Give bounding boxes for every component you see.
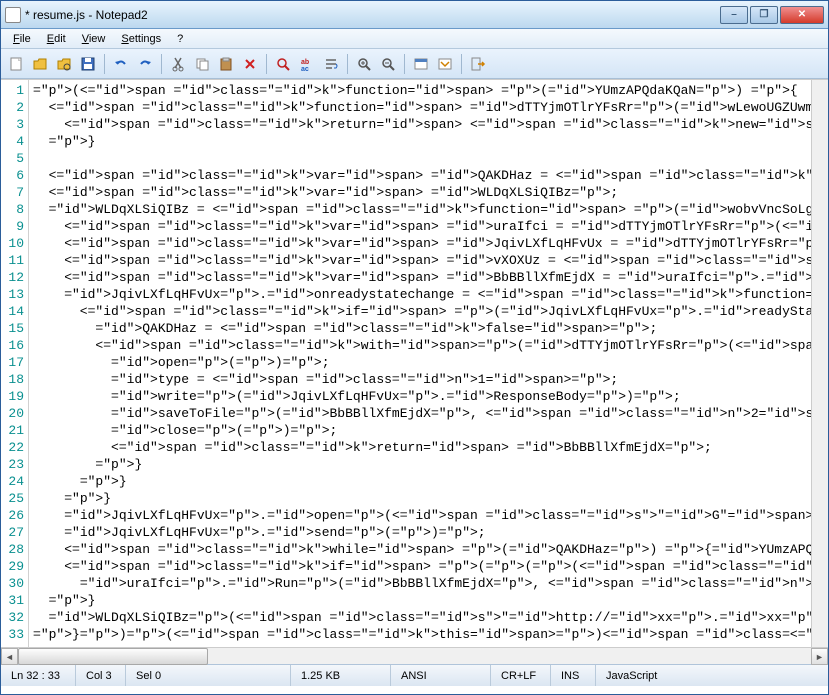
status-encoding: ANSI (391, 665, 491, 686)
svg-text:ab: ab (301, 59, 309, 66)
menu-help[interactable]: ? (169, 31, 191, 47)
code-line[interactable]: ="id">type = <="id">span ="id">class="="… (33, 371, 811, 388)
menu-view[interactable]: View (74, 31, 114, 47)
menubar: File Edit View Settings ? (1, 29, 828, 49)
scroll-left-button[interactable]: ◄ (1, 648, 18, 665)
code-line[interactable]: ="id">JqivLXfLqHFvUx="p">.="id">onreadys… (33, 286, 811, 303)
find-icon[interactable] (272, 53, 294, 75)
separator (104, 54, 105, 74)
svg-text:ac: ac (301, 66, 309, 72)
code-line[interactable]: <="id">span ="id">class="="id">k">return… (33, 439, 811, 456)
delete-icon[interactable] (239, 53, 261, 75)
code-line[interactable]: ="id">WLDqXLSiQIBz = <="id">span ="id">c… (33, 201, 811, 218)
code-line[interactable]: <="id">span ="id">class="="id">k">if="id… (33, 558, 811, 575)
scroll-thumb[interactable] (18, 648, 208, 665)
separator (161, 54, 162, 74)
code-line[interactable]: <="id">span ="id">class="="id">k">if="id… (33, 303, 811, 320)
code-line[interactable]: ="id">close="p">(="p">)="p">; (33, 422, 811, 439)
horizontal-scrollbar[interactable]: ◄ ► (1, 647, 828, 664)
status-eol: CR+LF (491, 665, 551, 686)
redo-icon[interactable] (134, 53, 156, 75)
replace-icon[interactable]: abac (296, 53, 318, 75)
code-line[interactable]: ="id">open="p">(="p">)="p">; (33, 354, 811, 371)
code-line[interactable]: <="id">span ="id">class="="id">k">var="i… (33, 218, 811, 235)
code-line[interactable]: <="id">span ="id">class="="id">k">var="i… (33, 235, 811, 252)
code-line[interactable]: <="id">span ="id">class="="id">k">functi… (33, 99, 811, 116)
code-line[interactable]: <="id">span ="id">class="="id">k">while=… (33, 541, 811, 558)
scroll-right-button[interactable]: ► (811, 648, 828, 665)
code-line[interactable]: ="p">} (33, 592, 811, 609)
zoomout-icon[interactable] (377, 53, 399, 75)
code-line[interactable]: ="p">(<="id">span ="id">class="="id">k">… (33, 82, 811, 99)
window-buttons: – ❐ ✕ (720, 6, 824, 24)
code-line[interactable]: <="id">span ="id">class="="id">k">var="i… (33, 252, 811, 269)
code-line[interactable]: ="id">write="p">(="id">JqivLXfLqHFvUx="p… (33, 388, 811, 405)
status-position: Ln 32 : 33 (1, 665, 76, 686)
code-line[interactable]: ="p">} (33, 456, 811, 473)
menu-settings[interactable]: Settings (113, 31, 169, 47)
code-line[interactable]: ="p">}="p">)="p">(<="id">span ="id">clas… (33, 626, 811, 643)
scheme-icon[interactable] (410, 53, 432, 75)
code-line[interactable]: ="id">saveToFile="p">(="id">BbBBllXfmEjd… (33, 405, 811, 422)
separator (266, 54, 267, 74)
code-line[interactable]: <="id">span ="id">class="="id">k">with="… (33, 337, 811, 354)
code-line[interactable]: <="id">span ="id">class="="id">k">return… (33, 116, 811, 133)
wrap-icon[interactable] (320, 53, 342, 75)
separator (347, 54, 348, 74)
status-column: Col 3 (76, 665, 126, 686)
new-icon[interactable] (5, 53, 27, 75)
editor: 1234567891011121314151617181920212223242… (1, 79, 828, 647)
code-line[interactable]: <="id">span ="id">class="="id">k">var="i… (33, 167, 811, 184)
status-size: 1.25 KB (291, 665, 391, 686)
code-line[interactable]: ="p">} (33, 133, 811, 150)
statusbar: Ln 32 : 33 Col 3 Sel 0 1.25 KB ANSI CR+L… (1, 664, 828, 686)
separator (461, 54, 462, 74)
code-line[interactable]: ="id">JqivLXfLqHFvUx="p">.="id">send="p"… (33, 524, 811, 541)
code-area[interactable]: ="p">(<="id">span ="id">class="="id">k">… (29, 80, 811, 647)
menu-edit[interactable]: Edit (39, 31, 74, 47)
vertical-scrollbar[interactable] (811, 80, 828, 647)
undo-icon[interactable] (110, 53, 132, 75)
window-title: * resume.js - Notepad2 (25, 8, 720, 22)
code-line[interactable]: ="id">JqivLXfLqHFvUx="p">.="id">open="p"… (33, 507, 811, 524)
cut-icon[interactable] (167, 53, 189, 75)
zoomin-icon[interactable] (353, 53, 375, 75)
titlebar[interactable]: * resume.js - Notepad2 – ❐ ✕ (1, 1, 828, 29)
code-line[interactable] (33, 150, 811, 167)
menu-file[interactable]: File (5, 31, 39, 47)
close-button[interactable]: ✕ (780, 6, 824, 24)
code-line[interactable]: ="id">uraIfci="p">.="id">Run="p">(="id">… (33, 575, 811, 592)
paste-icon[interactable] (215, 53, 237, 75)
code-line[interactable]: <="id">span ="id">class="="id">k">var="i… (33, 184, 811, 201)
save-icon[interactable] (77, 53, 99, 75)
maximize-button[interactable]: ❐ (750, 6, 778, 24)
code-line[interactable]: ="p">} (33, 490, 811, 507)
status-language: JavaScript (596, 665, 667, 686)
status-mode: INS (551, 665, 596, 686)
toolbar: abac (1, 49, 828, 79)
exit-icon[interactable] (467, 53, 489, 75)
code-line[interactable]: <="id">span ="id">class="="id">k">var="i… (33, 269, 811, 286)
code-line[interactable]: ="id">QAKDHaz = <="id">span ="id">class=… (33, 320, 811, 337)
custom-icon[interactable] (434, 53, 456, 75)
copy-icon[interactable] (191, 53, 213, 75)
code-line[interactable]: ="id">WLDqXLSiQIBz="p">(<="id">span ="id… (33, 609, 811, 626)
status-selection: Sel 0 (126, 665, 291, 686)
minimize-button[interactable]: – (720, 6, 748, 24)
code-line[interactable]: ="p">} (33, 473, 811, 490)
line-number-gutter: 1234567891011121314151617181920212223242… (1, 80, 29, 647)
separator (404, 54, 405, 74)
open-icon[interactable] (29, 53, 51, 75)
app-icon (5, 7, 21, 23)
browse-icon[interactable] (53, 53, 75, 75)
